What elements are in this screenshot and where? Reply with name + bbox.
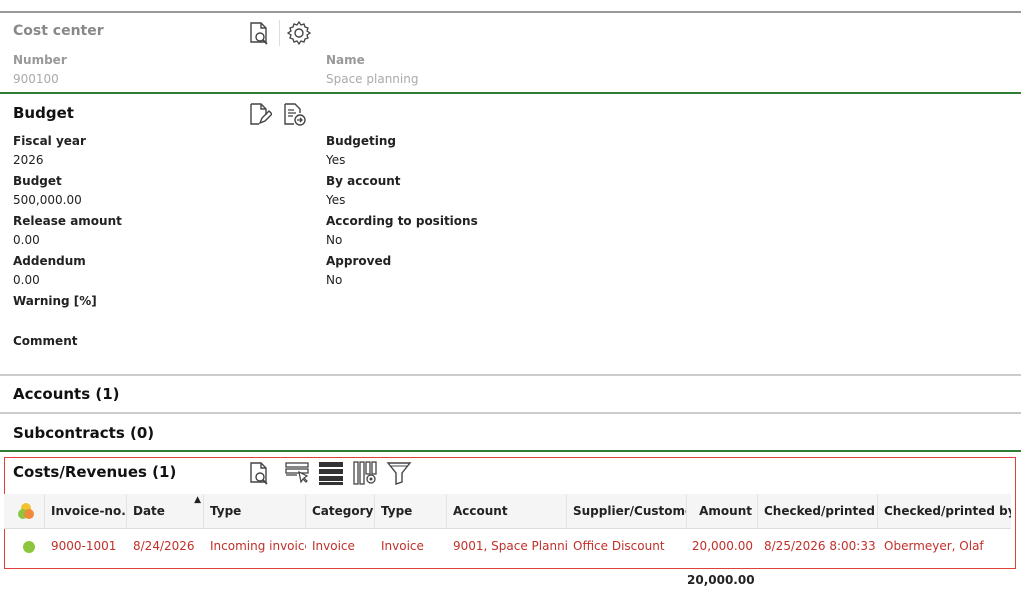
column-header-type2[interactable]: Type bbox=[375, 494, 447, 529]
number-value: 900100 bbox=[13, 72, 59, 86]
costs-title[interactable]: Costs/Revenues (1) bbox=[13, 463, 176, 481]
cell-type: Incoming invoice bbox=[210, 539, 306, 553]
warning-label: Warning [%] bbox=[13, 294, 97, 308]
budget-value: 500,000.00 bbox=[13, 193, 82, 207]
column-header-supplier[interactable]: Supplier/Customer bbox=[567, 494, 687, 529]
release-amount-value: 0.00 bbox=[13, 233, 40, 247]
status-column-header[interactable] bbox=[4, 494, 45, 529]
column-header-checked-by[interactable]: Checked/printed by bbox=[878, 494, 1011, 529]
addendum-value: 0.00 bbox=[13, 273, 40, 287]
accounts-title[interactable]: Accounts (1) bbox=[13, 385, 120, 403]
comment-label: Comment bbox=[13, 334, 78, 348]
addendum-label: Addendum bbox=[13, 254, 86, 268]
cost-center-title: Cost center bbox=[13, 23, 104, 39]
approved-value: No bbox=[326, 273, 343, 287]
name-label: Name bbox=[326, 53, 365, 67]
select-row-icon[interactable] bbox=[284, 460, 310, 486]
budget-title: Budget bbox=[13, 104, 74, 122]
budgeting-value: Yes bbox=[326, 153, 346, 167]
costs-table-header: Invoice-no. Date ▲ Type Category Type Ac… bbox=[4, 494, 1011, 529]
approved-label: Approved bbox=[326, 254, 392, 268]
column-header-account[interactable]: Account bbox=[447, 494, 567, 529]
cell-type2: Invoice bbox=[381, 539, 424, 553]
amount-total: 20,000.00 bbox=[687, 573, 755, 587]
release-amount-label: Release amount bbox=[13, 214, 122, 228]
status-dot-orange bbox=[24, 509, 34, 519]
cell-category: Invoice bbox=[312, 539, 355, 553]
export-document-icon[interactable] bbox=[281, 101, 307, 127]
number-label: Number bbox=[13, 53, 67, 67]
subcontracts-divider bbox=[0, 412, 1021, 414]
status-dots-icon bbox=[18, 503, 36, 521]
budgeting-label: Budgeting bbox=[326, 134, 396, 148]
top-divider bbox=[0, 11, 1021, 13]
budget-label: Budget bbox=[13, 174, 62, 188]
cell-amount: 20,000.00 bbox=[691, 539, 753, 553]
document-search-icon[interactable] bbox=[246, 460, 272, 486]
column-header-amount[interactable]: Amount bbox=[687, 494, 758, 529]
column-settings-icon[interactable] bbox=[352, 460, 378, 486]
table-row[interactable]: 9000-1001 8/24/2026 Incoming invoice Inv… bbox=[4, 530, 1011, 563]
according-value: No bbox=[326, 233, 343, 247]
column-header-invoice-no[interactable]: Invoice-no. bbox=[45, 494, 127, 529]
filter-icon[interactable] bbox=[386, 460, 412, 486]
accounts-divider bbox=[0, 374, 1021, 376]
cell-invoice-no: 9000-1001 bbox=[51, 539, 117, 553]
cell-checked-on: 8/25/2026 8:00:33 ... bbox=[764, 539, 878, 553]
fiscal-year-value: 2026 bbox=[13, 153, 44, 167]
by-account-value: Yes bbox=[326, 193, 346, 207]
status-dot-green bbox=[23, 541, 35, 553]
toolbar-separator bbox=[279, 20, 280, 46]
according-label: According to positions bbox=[326, 214, 478, 228]
subcontracts-title[interactable]: Subcontracts (0) bbox=[13, 424, 154, 442]
column-header-type[interactable]: Type bbox=[204, 494, 306, 529]
cell-account: 9001, Space Planning bbox=[453, 539, 567, 553]
gear-icon[interactable] bbox=[286, 20, 312, 46]
fiscal-year-label: Fiscal year bbox=[13, 134, 86, 148]
document-search-icon[interactable] bbox=[246, 20, 272, 46]
date-header-label: Date bbox=[133, 504, 165, 518]
by-account-label: By account bbox=[326, 174, 401, 188]
edit-document-icon[interactable] bbox=[246, 101, 272, 127]
cell-checked-by: Obermeyer, Olaf bbox=[884, 539, 984, 553]
column-header-category[interactable]: Category bbox=[306, 494, 375, 529]
column-header-checked-on[interactable]: Checked/printed on bbox=[758, 494, 878, 529]
cell-date: 8/24/2026 bbox=[133, 539, 195, 553]
budget-divider bbox=[0, 92, 1021, 94]
costs-divider bbox=[0, 450, 1021, 452]
name-value: Space planning bbox=[326, 72, 419, 86]
sort-ascending-icon: ▲ bbox=[194, 495, 201, 505]
column-header-date[interactable]: Date ▲ bbox=[127, 494, 204, 529]
cell-supplier: Office Discount bbox=[573, 539, 665, 553]
list-view-icon[interactable] bbox=[318, 460, 344, 486]
